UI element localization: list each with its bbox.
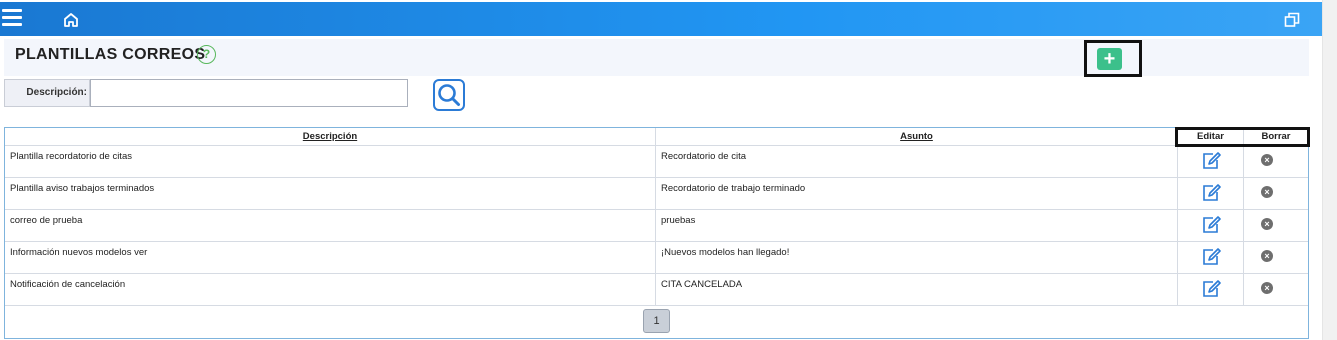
table-row: Información nuevos modelos ver ¡Nuevos m… (5, 242, 1308, 274)
edit-cell (1178, 274, 1244, 305)
row-descripcion: Plantilla aviso trabajos terminados (5, 178, 656, 209)
delete-cell: × (1244, 242, 1308, 273)
row-descripcion: correo de prueba (5, 210, 656, 241)
delete-icon[interactable]: × (1261, 154, 1273, 166)
delete-icon[interactable]: × (1261, 218, 1273, 230)
table-header-row: Descripción Asunto Editar Borrar (5, 128, 1308, 146)
delete-icon[interactable]: × (1261, 282, 1273, 294)
page-button-1[interactable]: 1 (643, 309, 670, 333)
search-button[interactable] (433, 79, 465, 111)
edit-icon[interactable] (1201, 279, 1221, 299)
edit-icon[interactable] (1201, 151, 1221, 171)
edit-icon[interactable] (1201, 215, 1221, 235)
row-asunto: CITA CANCELADA (656, 274, 1178, 305)
home-icon[interactable] (62, 11, 80, 29)
search-icon (438, 84, 460, 106)
templates-table: Descripción Asunto Editar Borrar Plantil… (4, 127, 1309, 339)
column-header-asunto[interactable]: Asunto (656, 128, 1178, 145)
table-row: Plantilla aviso trabajos terminados Reco… (5, 178, 1308, 210)
description-filter-input[interactable] (90, 79, 408, 107)
help-icon[interactable]: ? (197, 45, 216, 64)
restore-window-icon[interactable] (1284, 12, 1300, 28)
delete-cell: × (1244, 210, 1308, 241)
edit-cell (1178, 210, 1244, 241)
edit-cell (1178, 178, 1244, 209)
row-asunto: Recordatorio de trabajo terminado (656, 178, 1178, 209)
table-row: Plantilla recordatorio de citas Recordat… (5, 146, 1308, 178)
row-descripcion: Plantilla recordatorio de citas (5, 146, 656, 177)
edit-icon[interactable] (1201, 183, 1221, 203)
hamburger-icon[interactable] (2, 9, 22, 29)
delete-icon[interactable]: × (1261, 250, 1273, 262)
description-filter-label: Descripción: (4, 79, 90, 107)
column-header-editar: Editar (1178, 128, 1244, 145)
row-descripcion: Notificación de cancelación (5, 274, 656, 305)
row-asunto: pruebas (656, 210, 1178, 241)
row-asunto: ¡Nuevos modelos han llegado! (656, 242, 1178, 273)
page-title: PLANTILLAS CORREOS (15, 46, 206, 63)
edit-icon[interactable] (1201, 247, 1221, 267)
delete-cell: × (1244, 274, 1308, 305)
row-descripcion: Información nuevos modelos ver (5, 242, 656, 273)
scrollbar[interactable] (1322, 0, 1337, 340)
delete-cell: × (1244, 146, 1308, 177)
table-row: Notificación de cancelación CITA CANCELA… (5, 274, 1308, 306)
delete-icon[interactable]: × (1261, 186, 1273, 198)
edit-cell (1178, 242, 1244, 273)
add-template-button[interactable]: + (1097, 48, 1122, 70)
table-row: correo de prueba pruebas × (5, 210, 1308, 242)
column-header-borrar: Borrar (1261, 131, 1291, 142)
add-button-highlight: + (1084, 40, 1142, 77)
column-header-descripcion[interactable]: Descripción (5, 128, 656, 145)
top-bar (0, 2, 1322, 36)
row-asunto: Recordatorio de cita (656, 146, 1178, 177)
edit-cell (1178, 146, 1244, 177)
delete-cell: × (1244, 178, 1308, 209)
